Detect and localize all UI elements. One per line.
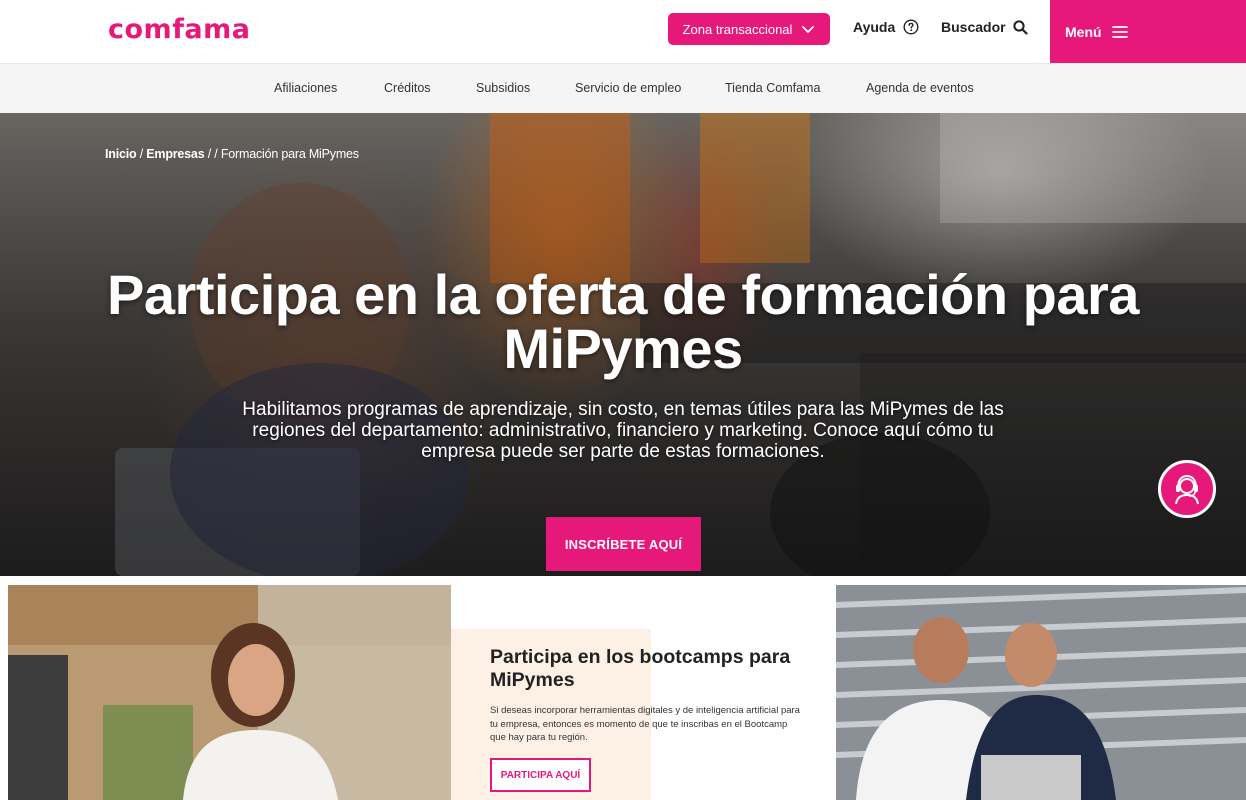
breadcrumb-separator: / / <box>204 147 221 161</box>
subnav-item-tienda-comfama[interactable]: Tienda Comfama <box>725 81 820 95</box>
top-header: comfama Zona transaccional Ayuda Buscado… <box>0 0 1246 63</box>
chevron-down-icon <box>802 26 815 33</box>
inscribete-button[interactable]: INSCRÍBETE AQUÍ <box>546 517 701 571</box>
hero-banner: Inicio / Empresas / / Formación para MiP… <box>0 113 1246 576</box>
search-link[interactable]: Buscador <box>941 19 1028 35</box>
help-link[interactable]: Ayuda <box>853 19 919 35</box>
woman-smiling-photo <box>8 585 451 800</box>
help-label: Ayuda <box>853 19 896 35</box>
subnav-item-afiliaciones[interactable]: Afiliaciones <box>274 81 337 95</box>
search-icon <box>1012 19 1028 35</box>
menu-label: Menú <box>1065 23 1102 40</box>
participa-button[interactable]: PARTICIPA AQUÍ <box>490 758 591 792</box>
breadcrumb-empresas[interactable]: Empresas <box>146 147 204 161</box>
zona-transaccional-label: Zona transaccional <box>682 21 793 37</box>
zona-transaccional-button[interactable]: Zona transaccional <box>668 13 830 45</box>
search-label: Buscador <box>941 19 1006 35</box>
subnav-item-agenda-eventos[interactable]: Agenda de eventos <box>866 81 974 95</box>
breadcrumb: Inicio / Empresas / / Formación para MiP… <box>105 147 359 161</box>
hero-title: Participa en la oferta de formación para… <box>107 263 1139 380</box>
subnav-item-subsidios[interactable]: Subsidios <box>476 81 530 95</box>
breadcrumb-separator: / <box>136 147 147 161</box>
breadcrumb-current: Formación para MiPymes <box>220 147 359 161</box>
menu-button[interactable]: Menú <box>1050 0 1246 63</box>
bootcamp-card-title: Participa en los bootcamps para MiPymes <box>490 646 791 691</box>
woman-office-image <box>8 585 451 800</box>
bootcamp-card-text: Si deseas incorporar herramientas digita… <box>490 705 800 743</box>
support-chat-button[interactable] <box>1158 460 1216 518</box>
two-men-laptop-photo <box>836 585 1246 800</box>
subnav-item-servicio-empleo[interactable]: Servicio de empleo <box>575 81 681 95</box>
help-circle-icon <box>903 19 919 35</box>
men-laptop-image <box>836 585 1246 800</box>
breadcrumb-home[interactable]: Inicio <box>105 147 137 161</box>
subnav-item-creditos[interactable]: Créditos <box>384 81 431 95</box>
customer-support-headset-icon <box>1175 474 1199 505</box>
comfama-logo[interactable]: comfama <box>108 14 251 45</box>
hamburger-menu-icon <box>1111 25 1128 38</box>
secondary-nav: Afiliaciones Créditos Subsidios Servicio… <box>0 63 1246 113</box>
hero-description: Habilitamos programas de aprendizaje, si… <box>242 399 1004 462</box>
